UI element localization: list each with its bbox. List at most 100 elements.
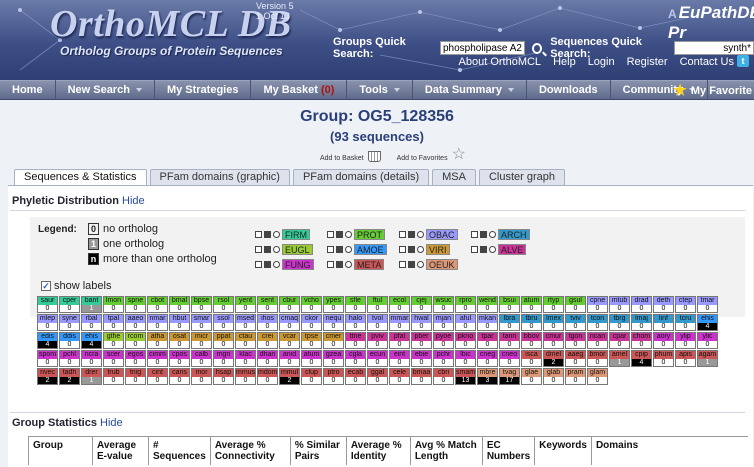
species-cell[interactable]: drad 0 — [631, 296, 652, 313]
species-cell[interactable]: drer 1 — [81, 368, 102, 385]
search-icon[interactable] — [531, 42, 543, 54]
circle-icon[interactable] — [345, 231, 352, 238]
menu-home[interactable]: Home — [0, 80, 56, 100]
species-cell[interactable]: vcho 0 — [301, 296, 322, 313]
species-cell[interactable]: ptro 0 — [323, 368, 344, 385]
species-cell[interactable]: pram 0 — [565, 368, 586, 385]
species-cell[interactable]: chom 0 — [631, 332, 652, 349]
col-sequences[interactable]: # Sequences — [148, 436, 211, 465]
tab-pfam-details[interactable]: PFam domains (details) — [292, 169, 430, 185]
species-cell[interactable]: sfle 0 — [345, 296, 366, 313]
filled-box-icon[interactable] — [408, 246, 415, 253]
species-cell[interactable]: glam 0 — [587, 368, 608, 385]
species-cell[interactable]: mmul 2 — [279, 368, 300, 385]
species-cell[interactable]: cgla 0 — [345, 350, 366, 367]
col-avg-connectivity[interactable]: Average % Connectivity — [209, 436, 291, 465]
species-cell[interactable]: tviv 0 — [565, 314, 586, 331]
species-cell[interactable]: aory 0 — [653, 332, 674, 349]
species-cell[interactable]: cper 0 — [59, 296, 80, 313]
filled-box-icon[interactable] — [480, 246, 487, 253]
species-cell[interactable]: ylip 0 — [675, 332, 696, 349]
filled-box-icon[interactable] — [480, 231, 487, 238]
species-cell[interactable]: cbur 0 — [279, 296, 300, 313]
menu-downloads[interactable]: Downloads — [527, 80, 611, 100]
show-labels-checkbox[interactable]: ✓ — [41, 281, 51, 291]
species-cell[interactable]: cneo 0 — [499, 350, 520, 367]
species-cell[interactable]: ppat 0 — [213, 332, 234, 349]
sequences-quick-search-input[interactable] — [674, 41, 754, 55]
col-keywords[interactable]: Keywords — [534, 436, 592, 465]
species-cell[interactable]: ttne 0 — [345, 332, 366, 349]
species-cell[interactable]: aful 0 — [455, 314, 476, 331]
species-cell[interactable]: hbut 0 — [169, 314, 190, 331]
species-cell[interactable]: lmaj 0 — [631, 314, 652, 331]
favorite-star-icon[interactable]: ☆ — [452, 147, 466, 163]
species-cell[interactable]: rsol 0 — [213, 296, 234, 313]
add-to-basket-label[interactable]: Add to Basket — [320, 155, 364, 162]
col-avg-evalue[interactable]: Average E-value — [92, 436, 149, 465]
col-ec-numbers[interactable]: EC Numbers — [481, 436, 535, 465]
col-group[interactable]: Group — [28, 436, 93, 465]
species-cell[interactable]: bpse 0 — [191, 296, 212, 313]
species-cell[interactable]: egos 0 — [125, 350, 146, 367]
species-cell[interactable]: ehis 4 — [697, 314, 718, 331]
filled-box-icon[interactable] — [336, 231, 343, 238]
filled-box-icon[interactable] — [336, 261, 343, 268]
species-cell[interactable]: agam 1 — [697, 350, 718, 367]
species-cell[interactable]: rtyp 0 — [543, 296, 564, 313]
filled-box-icon[interactable] — [264, 231, 271, 238]
species-cell[interactable]: cpne 0 — [587, 296, 608, 313]
species-cell[interactable]: afum 0 — [301, 350, 322, 367]
species-cell[interactable]: tpse 0 — [301, 332, 322, 349]
species-cell[interactable]: tadh 2 — [59, 368, 80, 385]
species-cell[interactable]: nvec 2 — [37, 368, 58, 385]
phyletic-hide-link[interactable]: Hide — [122, 195, 145, 207]
species-cell[interactable]: ftul 0 — [367, 296, 388, 313]
species-cell[interactable]: tann 0 — [499, 332, 520, 349]
circle-icon[interactable] — [345, 261, 352, 268]
species-cell[interactable]: tbru 0 — [521, 314, 542, 331]
species-cell[interactable]: saur 0 — [37, 296, 58, 313]
col-domains[interactable]: Domains — [590, 436, 748, 465]
species-cell[interactable]: gzea 0 — [323, 350, 344, 367]
species-cell[interactable]: atum 0 — [521, 296, 542, 313]
species-cell[interactable]: crei 0 — [257, 332, 278, 349]
filled-box-icon[interactable] — [264, 261, 271, 268]
species-cell[interactable]: bsui 0 — [499, 296, 520, 313]
species-cell[interactable]: smam 13 — [455, 368, 476, 385]
empty-box-icon[interactable] — [255, 246, 262, 253]
species-cell[interactable]: ylic 0 — [697, 332, 718, 349]
species-cell[interactable]: cmaq 0 — [279, 314, 300, 331]
circle-icon[interactable] — [345, 246, 352, 253]
empty-box-icon[interactable] — [471, 231, 478, 238]
species-cell[interactable]: mbre 3 — [477, 368, 498, 385]
species-cell[interactable]: sent 0 — [257, 296, 278, 313]
species-cell[interactable]: ctau 0 — [235, 332, 256, 349]
species-cell[interactable]: tgon 0 — [565, 332, 586, 349]
circle-icon[interactable] — [273, 231, 280, 238]
empty-box-icon[interactable] — [327, 246, 334, 253]
species-cell[interactable]: ihos 0 — [257, 314, 278, 331]
species-cell[interactable]: ecun 0 — [367, 350, 388, 367]
filled-box-icon[interactable] — [408, 261, 415, 268]
species-cell[interactable]: cans 0 — [169, 368, 190, 385]
species-cell[interactable]: aaeg 0 — [565, 350, 586, 367]
species-cell[interactable]: tcru 0 — [675, 314, 696, 331]
species-cell[interactable]: cbot 0 — [147, 296, 168, 313]
species-cell[interactable]: bbov 0 — [521, 332, 542, 349]
groups-quick-search-input[interactable] — [439, 41, 525, 55]
species-cell[interactable]: dmel 2 — [543, 350, 564, 367]
species-cell[interactable]: lmon 0 — [103, 296, 124, 313]
species-cell[interactable]: mjan 0 — [433, 314, 454, 331]
empty-box-icon[interactable] — [255, 261, 262, 268]
species-cell[interactable]: pviv 0 — [367, 332, 388, 349]
species-cell[interactable]: tpal 0 — [103, 314, 124, 331]
filled-box-icon[interactable] — [336, 246, 343, 253]
species-cell[interactable]: rpro 0 — [455, 296, 476, 313]
species-cell[interactable]: anid 0 — [279, 350, 300, 367]
species-cell[interactable]: tvag 17 — [499, 368, 520, 385]
species-cell[interactable]: isca 0 — [521, 350, 542, 367]
species-cell[interactable]: mdom 0 — [257, 368, 278, 385]
species-cell[interactable]: bant 1 — [81, 296, 102, 313]
circle-icon[interactable] — [273, 261, 280, 268]
